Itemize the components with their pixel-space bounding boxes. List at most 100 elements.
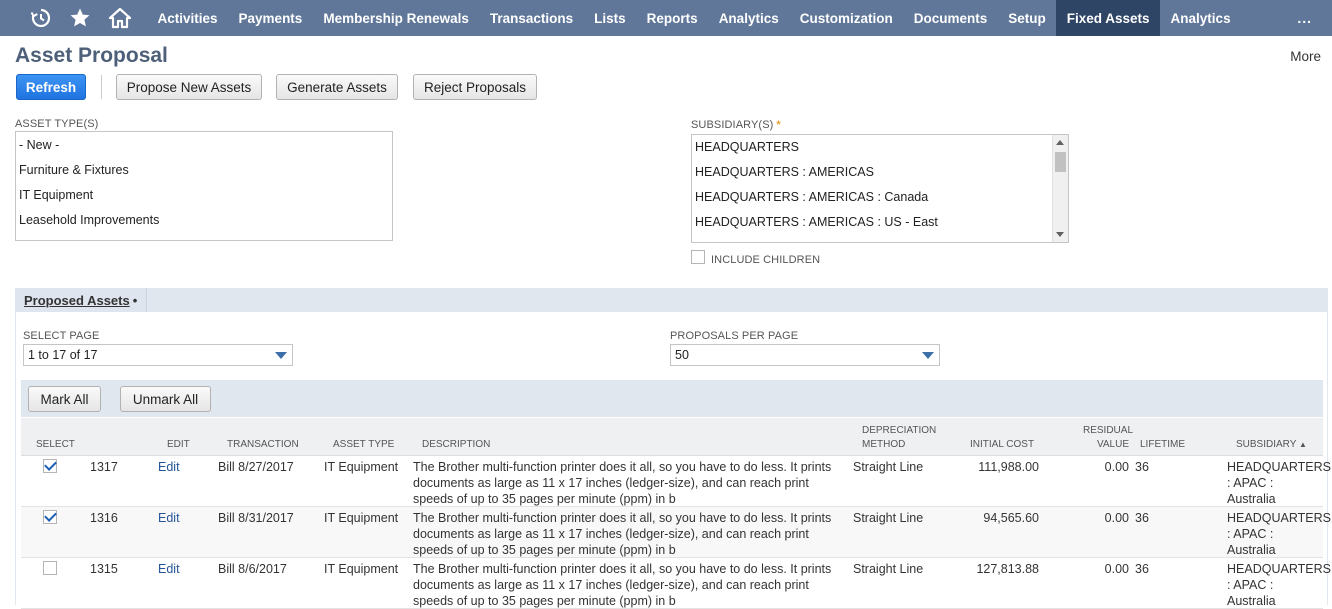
recent-icon[interactable] bbox=[22, 0, 60, 36]
sort-ascending-icon: ▲ bbox=[1299, 440, 1307, 449]
nav-transactions[interactable]: Transactions bbox=[479, 0, 583, 36]
row-depreciation-method: Straight Line bbox=[853, 460, 924, 474]
home-icon[interactable] bbox=[100, 0, 140, 36]
tab-proposed-assets[interactable]: Proposed Assets • bbox=[15, 288, 148, 312]
subsidiaries-scrollbar[interactable] bbox=[1052, 135, 1068, 242]
nav-analytics-2[interactable]: Analytics bbox=[1160, 0, 1241, 36]
row-lifetime: 36 bbox=[1135, 460, 1149, 474]
scroll-down-arrow-icon[interactable] bbox=[1056, 232, 1064, 237]
nav-membership-renewals[interactable]: Membership Renewals bbox=[313, 0, 480, 36]
nav-reports[interactable]: Reports bbox=[636, 0, 708, 36]
nav-setup[interactable]: Setup bbox=[998, 0, 1057, 36]
row-residual-value: 0.00 bbox=[1104, 511, 1129, 525]
subsidiaries-multiselect[interactable]: HEADQUARTERS HEADQUARTERS : AMERICAS HEA… bbox=[691, 134, 1069, 243]
table-row: 1316 Edit Bill 8/31/2017 IT Equipment Th… bbox=[21, 507, 1331, 558]
subsidiaries-label-text: SUBSIDIARY(S) bbox=[691, 119, 774, 131]
asset-type-option[interactable]: Furniture & Fixtures bbox=[16, 158, 392, 183]
page-title: Asset Proposal bbox=[15, 44, 168, 67]
row-depreciation-method: Straight Line bbox=[853, 511, 924, 525]
row-transaction: Bill 8/31/2017 bbox=[218, 511, 294, 525]
column-header-initial-cost[interactable]: INITIAL COST bbox=[970, 438, 1034, 452]
proposals-per-page-dropdown[interactable]: 50 bbox=[670, 344, 940, 366]
row-description: The Brother multi-function printer does … bbox=[413, 511, 832, 557]
more-link[interactable]: More bbox=[1290, 49, 1321, 64]
row-asset-type: IT Equipment bbox=[324, 460, 399, 474]
asset-types-label: ASSET TYPE(S) bbox=[15, 118, 99, 130]
nav-customization[interactable]: Customization bbox=[789, 0, 903, 36]
button-divider bbox=[101, 75, 102, 99]
nav-analytics[interactable]: Analytics bbox=[708, 0, 789, 36]
row-select-checkbox[interactable] bbox=[43, 510, 57, 524]
nav-documents[interactable]: Documents bbox=[903, 0, 998, 36]
nav-fixed-assets[interactable]: Fixed Assets bbox=[1056, 0, 1161, 36]
row-asset-type: IT Equipment bbox=[324, 562, 399, 576]
select-page-value: 1 to 17 of 17 bbox=[28, 348, 98, 362]
subsidiary-option[interactable]: HEADQUARTERS : AMERICAS : US - East bbox=[692, 210, 1068, 235]
subsidiary-option[interactable]: HEADQUARTERS bbox=[692, 135, 1068, 160]
unmark-all-button[interactable]: Unmark All bbox=[120, 386, 211, 412]
subsidiary-option[interactable]: HEADQUARTERS : AMERICAS bbox=[692, 160, 1068, 185]
row-transaction: Bill 8/6/2017 bbox=[218, 562, 287, 576]
row-transaction: Bill 8/27/2017 bbox=[218, 460, 294, 474]
row-select-checkbox[interactable] bbox=[43, 459, 57, 473]
table-row: 1317 Edit Bill 8/27/2017 IT Equipment Th… bbox=[21, 456, 1331, 507]
nav-payments[interactable]: Payments bbox=[228, 0, 313, 36]
column-header-depreciation-method[interactable]: DEPRECIATION METHOD bbox=[862, 424, 936, 452]
nav-activities[interactable]: Activities bbox=[147, 0, 228, 36]
nav-overflow-menu[interactable]: ... bbox=[1297, 0, 1312, 36]
column-header-edit: EDIT bbox=[167, 439, 190, 450]
proposals-per-page-value: 50 bbox=[675, 348, 689, 362]
nav-lists[interactable]: Lists bbox=[584, 0, 637, 36]
column-header-asset-type[interactable]: ASSET TYPE bbox=[333, 438, 394, 452]
row-initial-cost: 94,565.60 bbox=[983, 511, 1039, 525]
row-residual-value: 0.00 bbox=[1104, 460, 1129, 474]
column-header-subsidiary-label: SUBSIDIARY bbox=[1236, 439, 1297, 450]
table-header: SELECT EDIT TRANSACTION ASSET TYPE DESCR… bbox=[21, 418, 1323, 456]
tab-marker: • bbox=[132, 292, 138, 308]
select-page-dropdown[interactable]: 1 to 17 of 17 bbox=[23, 344, 293, 366]
column-header-transaction[interactable]: TRANSACTION bbox=[227, 438, 299, 452]
column-header-residual-line2: VALUE bbox=[1096, 439, 1129, 450]
mark-all-button[interactable]: Mark All bbox=[28, 386, 101, 412]
column-header-residual-line1: RESIDUAL bbox=[1083, 425, 1134, 436]
proposals-per-page-label: PROPOSALS PER PAGE bbox=[670, 330, 799, 342]
column-header-residual-value[interactable]: RESIDUAL VALUE bbox=[1083, 424, 1134, 452]
row-residual-value: 0.00 bbox=[1104, 562, 1129, 576]
asset-type-option[interactable]: - New - bbox=[16, 133, 392, 158]
reject-proposals-button[interactable]: Reject Proposals bbox=[413, 74, 537, 100]
column-header-description[interactable]: DESCRIPTION bbox=[422, 438, 490, 452]
propose-new-assets-button[interactable]: Propose New Assets bbox=[116, 74, 262, 100]
refresh-button[interactable]: Refresh bbox=[16, 74, 86, 100]
tab-proposed-assets-label: Proposed Assets bbox=[24, 292, 130, 308]
asset-type-option[interactable]: Leasehold Improvements bbox=[16, 208, 392, 233]
row-edit-link[interactable]: Edit bbox=[158, 459, 180, 475]
scroll-thumb[interactable] bbox=[1055, 152, 1066, 172]
subsidiary-option[interactable]: HEADQUARTERS : AMERICAS : Canada bbox=[692, 185, 1068, 210]
row-description: The Brother multi-function printer does … bbox=[413, 460, 832, 506]
column-header-lifetime[interactable]: LIFETIME bbox=[1140, 438, 1185, 452]
subsidiaries-label: SUBSIDIARY(S) * bbox=[691, 119, 781, 131]
subtab-bar: Proposed Assets • bbox=[15, 288, 1328, 312]
column-header-subsidiary[interactable]: SUBSIDIARY ▲ bbox=[1236, 438, 1307, 452]
row-depreciation-method: Straight Line bbox=[853, 562, 924, 576]
row-lifetime: 36 bbox=[1135, 511, 1149, 525]
generate-assets-button[interactable]: Generate Assets bbox=[276, 74, 398, 100]
chevron-down-icon bbox=[922, 352, 934, 359]
asset-type-option[interactable]: IT Equipment bbox=[16, 183, 392, 208]
list-toolbar bbox=[21, 380, 1323, 417]
column-header-depreciation-line1: DEPRECIATION bbox=[862, 425, 937, 436]
include-children-checkbox[interactable] bbox=[691, 250, 705, 264]
required-asterisk: * bbox=[776, 119, 781, 131]
scroll-up-arrow-icon[interactable] bbox=[1056, 140, 1064, 145]
row-select-checkbox[interactable] bbox=[43, 561, 57, 575]
row-id: 1316 bbox=[90, 511, 118, 525]
row-edit-link[interactable]: Edit bbox=[158, 561, 180, 577]
row-subsidiary: HEADQUARTERS : APAC : Australia bbox=[1227, 460, 1331, 506]
star-icon[interactable] bbox=[60, 0, 100, 36]
top-navigation-bar: Activities Payments Membership Renewals … bbox=[0, 0, 1332, 36]
row-subsidiary: HEADQUARTERS : APAC : Australia bbox=[1227, 511, 1331, 557]
asset-types-multiselect[interactable]: - New - Furniture & Fixtures IT Equipmen… bbox=[15, 131, 393, 241]
row-edit-link[interactable]: Edit bbox=[158, 510, 180, 526]
row-asset-type: IT Equipment bbox=[324, 511, 399, 525]
row-initial-cost: 127,813.88 bbox=[976, 562, 1039, 576]
